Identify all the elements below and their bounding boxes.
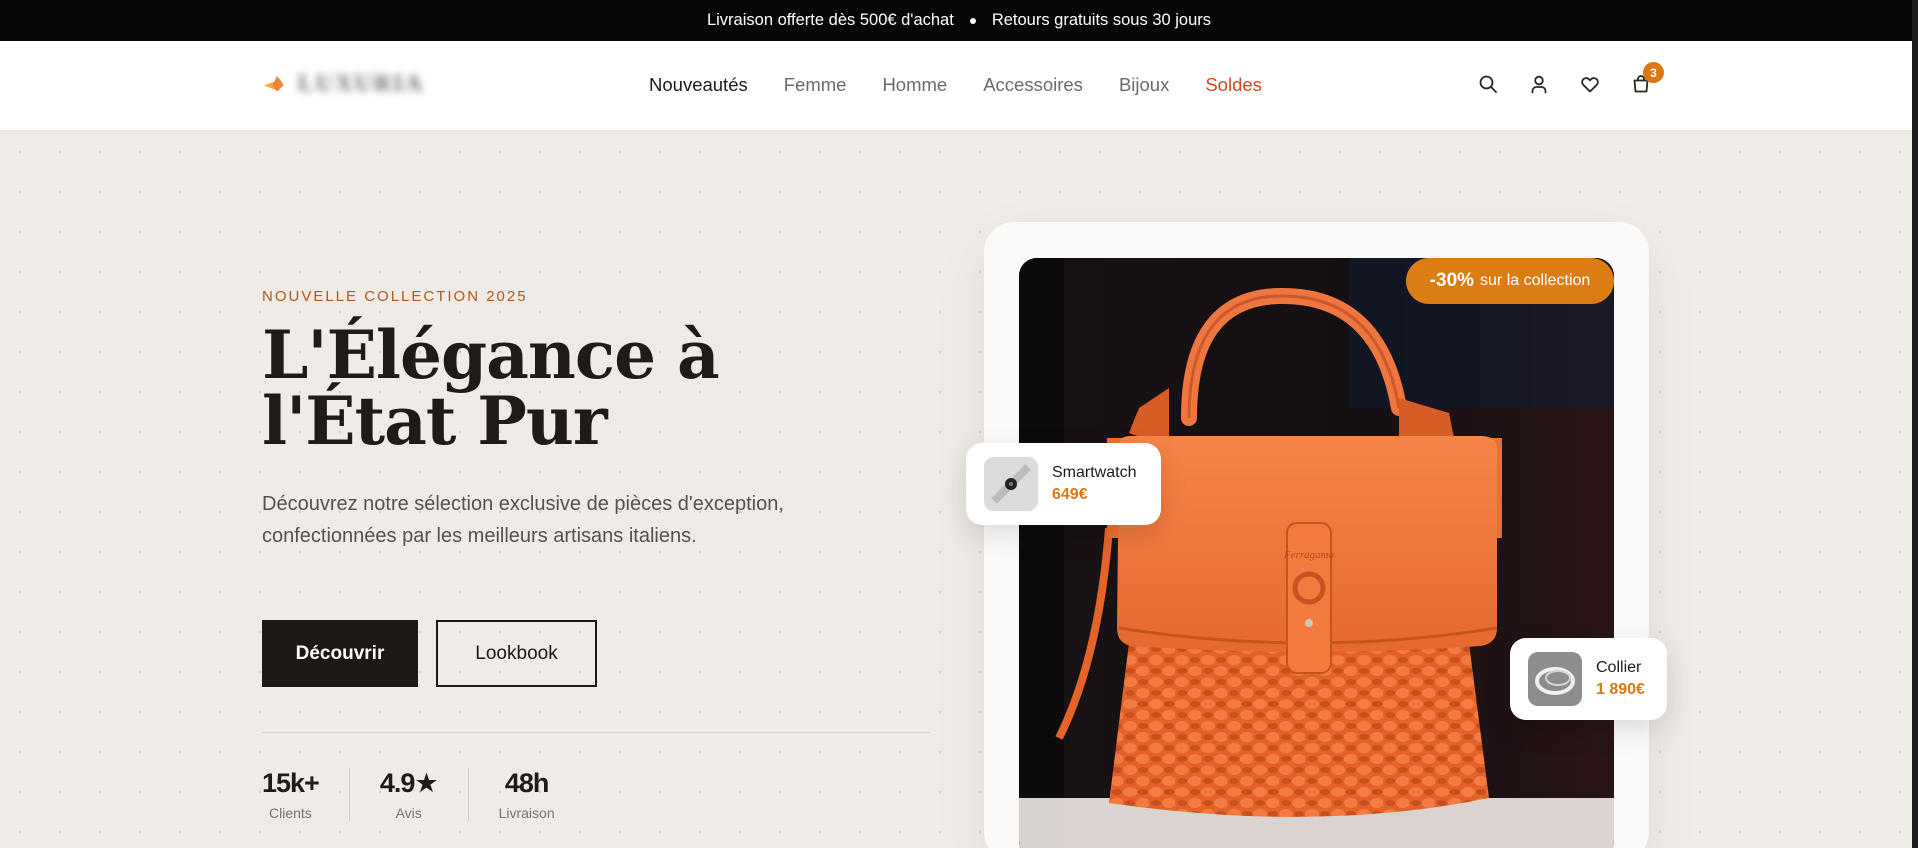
hero-title-line-2: l'État Pur <box>262 382 608 460</box>
stat-value: 4.9★ <box>379 768 439 798</box>
main-nav: Nouveautés Femme Homme Accessoires Bijou… <box>649 73 1262 97</box>
product-name: Collier <box>1596 659 1642 676</box>
product-price: 649€ <box>1052 486 1088 503</box>
svg-text:Ferragamo: Ferragamo <box>1283 549 1335 561</box>
user-icon[interactable] <box>1529 74 1549 94</box>
stat-value: 15k+ <box>262 768 320 798</box>
stat-label: Avis <box>395 805 422 821</box>
product-price: 1 890€ <box>1596 681 1645 698</box>
promo-badge[interactable]: -30% sur la collection <box>1406 258 1614 304</box>
nav-item-accessoires[interactable]: Accessoires <box>983 74 1083 96</box>
cart-count-badge: 3 <box>1643 62 1664 83</box>
nav-item-nouveautes[interactable]: Nouveautés <box>649 74 748 96</box>
nav-item-soldes[interactable]: Soldes <box>1205 74 1262 96</box>
logo[interactable]: LUXURIA <box>262 71 424 98</box>
discover-button[interactable]: Découvrir <box>262 620 418 687</box>
hero-divider <box>262 732 930 733</box>
floating-product-card[interactable]: Collier 1 890€ <box>1510 638 1667 720</box>
floating-product-info: Collier 1 890€ <box>1596 659 1645 699</box>
site-header: LUXURIA Nouveautés Femme Homme Accessoir… <box>0 41 1912 131</box>
floating-product-info: Smartwatch 649€ <box>1052 464 1136 504</box>
product-name: Smartwatch <box>1052 464 1137 481</box>
announcement-shipping: Livraison offerte dès 500€ d'achat <box>706 11 954 29</box>
page-scrollbar[interactable] <box>1912 0 1918 848</box>
smartwatch-thumbnail <box>984 457 1038 511</box>
lookbook-button[interactable]: Lookbook <box>436 620 597 687</box>
hero-eyebrow: NOUVELLE COLLECTION 2025 <box>262 288 528 305</box>
stat-reviews: 4.9★ Avis <box>348 768 468 821</box>
stat-clients: 15k+ Clients <box>262 768 349 821</box>
handbag-product-image[interactable]: Ferragamo <box>1019 258 1614 848</box>
necklace-thumbnail <box>1528 652 1582 706</box>
announcement-bar: Livraison offerte dès 500€ d'achat Retou… <box>0 0 1918 41</box>
stat-label: Livraison <box>498 805 555 821</box>
logo-mark-icon <box>262 72 288 98</box>
floating-product-card[interactable]: Smartwatch 649€ <box>966 443 1161 525</box>
heart-icon[interactable] <box>1580 74 1600 94</box>
stat-label: Clients <box>269 805 312 821</box>
promo-percent: -30% <box>1429 270 1475 291</box>
separator-dot <box>969 17 976 24</box>
stats-row: 15k+ Clients 4.9★ Avis 48h Livraison <box>262 768 585 821</box>
nav-item-bijoux[interactable]: Bijoux <box>1119 74 1169 96</box>
promo-text: sur la collection <box>1480 272 1591 289</box>
header-actions: 3 <box>1478 62 1664 94</box>
nav-item-femme[interactable]: Femme <box>784 74 847 96</box>
stat-delivery: 48h Livraison <box>467 768 585 821</box>
announcement-returns: Retours gratuits sous 30 jours <box>991 11 1212 29</box>
logo-text: LUXURIA <box>298 71 425 97</box>
bag-icon[interactable]: 3 <box>1631 62 1664 94</box>
hero-description: Découvrez notre sélection exclusive de p… <box>262 493 784 547</box>
stat-value: 48h <box>504 768 550 798</box>
hero-title: L'Élégance à l'État Pur <box>262 322 822 454</box>
search-icon[interactable] <box>1478 74 1498 94</box>
nav-item-homme[interactable]: Homme <box>882 74 947 96</box>
